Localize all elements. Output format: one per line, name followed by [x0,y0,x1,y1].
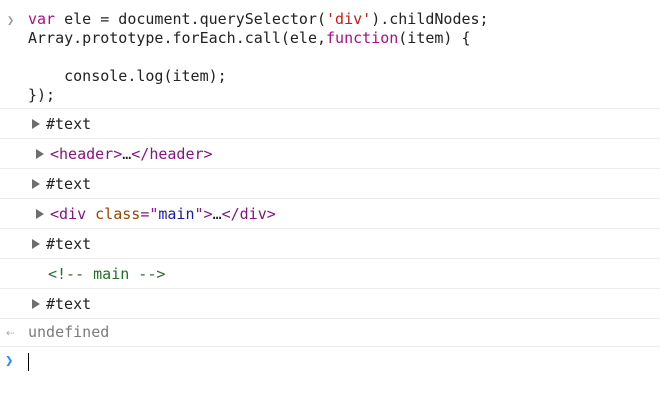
code-token: 'div' [326,10,372,28]
expand-triangle-icon[interactable] [32,239,40,249]
node-token: <!-- main --> [48,265,166,283]
output-row-text[interactable]: #text [0,229,660,259]
code-token: ).childNodes; [371,10,489,28]
output-row-text[interactable]: #text [0,109,660,139]
node-token: <div [50,205,96,223]
output-row-comment: <!-- main --> [0,259,660,289]
expand-triangle-icon[interactable] [32,179,40,189]
console-prompt[interactable]: ❯ [0,347,660,377]
code-input[interactable]: var ele = document.querySelector('div').… [28,10,489,105]
expand-triangle-icon[interactable] [36,209,44,219]
prompt-caret-icon: ❯ [5,353,14,369]
expand-triangle-icon[interactable] [36,149,44,159]
code-token: var [28,10,56,28]
node-token: main [158,205,195,223]
console-output-list: #text <header>… </header> #text <div class ="… [0,109,660,319]
node-token: =" [140,205,159,223]
code-token: (item) { [398,29,471,47]
node-token: … [122,145,132,163]
output-node: <header>… </header> [36,145,213,163]
return-arrow-icon: ⇠ [6,325,15,341]
node-token: #text [46,235,92,253]
code-token: }); [28,86,56,104]
chevron-right-icon: ❯ [7,13,15,27]
console-panel: ❯ var ele = document.querySelector('div'… [0,0,660,410]
output-node: #text [32,115,91,133]
node-token: #text [46,295,92,313]
console-input-entry: ❯ var ele = document.querySelector('div'… [0,0,660,109]
output-node: #text [32,235,91,253]
output-row-element[interactable]: <header>… </header> [0,139,660,169]
expand-triangle-icon[interactable] [32,299,40,309]
code-token: ele = document.querySelector( [55,10,327,28]
node-token: class [95,205,141,223]
result-value: undefined [28,323,110,341]
output-node: #text [32,295,91,313]
code-token: function [326,29,399,47]
output-node: #text [32,175,91,193]
code-token: Array.prototype.forEach.call(ele, [28,29,327,47]
node-token: … [212,205,222,223]
node-token: "> [194,205,213,223]
output-row-text[interactable]: #text [0,169,660,199]
output-row-element[interactable]: <div class =" main ">… </div> [0,199,660,229]
expand-triangle-icon[interactable] [32,119,40,129]
node-token: <header> [50,145,123,163]
node-token: </div> [221,205,276,223]
node-token: #text [46,175,92,193]
node-token: #text [46,115,92,133]
result-row: ⇠ undefined [0,319,660,347]
output-row-text[interactable]: #text [0,289,660,319]
output-node: <div class =" main ">… </div> [36,205,276,223]
code-token: console.log(item); [28,67,227,85]
text-cursor [28,353,29,371]
node-token: </header> [131,145,213,163]
output-node: <!-- main --> [48,265,165,283]
